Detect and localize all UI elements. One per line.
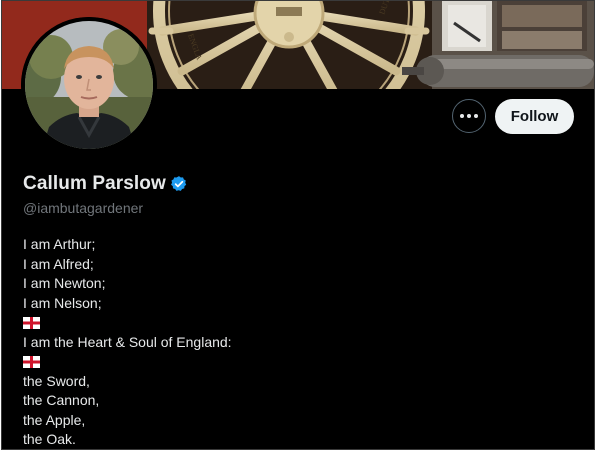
profile-handle: @iambutagardener bbox=[23, 200, 144, 216]
follow-button[interactable]: Follow bbox=[495, 99, 574, 134]
profile-avatar[interactable] bbox=[21, 17, 157, 153]
bio-line: the Oak. bbox=[23, 431, 76, 447]
bio-line: the Cannon, bbox=[23, 392, 100, 408]
more-horizontal-icon bbox=[474, 114, 478, 118]
profile-bio: I am Arthur; I am Alfred; I am Newton; I… bbox=[23, 235, 563, 449]
bio-line: I am Nelson; bbox=[23, 294, 102, 311]
more-horizontal-icon bbox=[467, 114, 471, 118]
display-name: Callum Parslow bbox=[23, 173, 166, 194]
more-horizontal-icon bbox=[460, 114, 464, 118]
more-options-button[interactable] bbox=[452, 99, 486, 133]
england-flag-icon bbox=[23, 355, 40, 368]
bio-line: I am the Heart & Soul of England: bbox=[23, 333, 232, 350]
bio-line: I am Alfred; bbox=[23, 255, 94, 272]
england-flag-icon bbox=[23, 316, 40, 329]
bio-flag-line bbox=[23, 313, 563, 333]
profile-screenshot-frame: ENGLA DUTY Follow Callum Parslow @iambut… bbox=[1, 0, 595, 450]
verified-badge-icon[interactable] bbox=[170, 175, 188, 193]
bio-flag-line bbox=[23, 352, 563, 372]
bio-line: I am Newton; bbox=[23, 275, 106, 291]
bio-line: the Apple, bbox=[23, 411, 86, 428]
bio-line: I am Arthur; bbox=[23, 236, 96, 252]
profile-name-row: Callum Parslow bbox=[23, 173, 188, 195]
avatar-photo bbox=[21, 17, 157, 153]
bio-line: the Sword, bbox=[23, 372, 90, 389]
